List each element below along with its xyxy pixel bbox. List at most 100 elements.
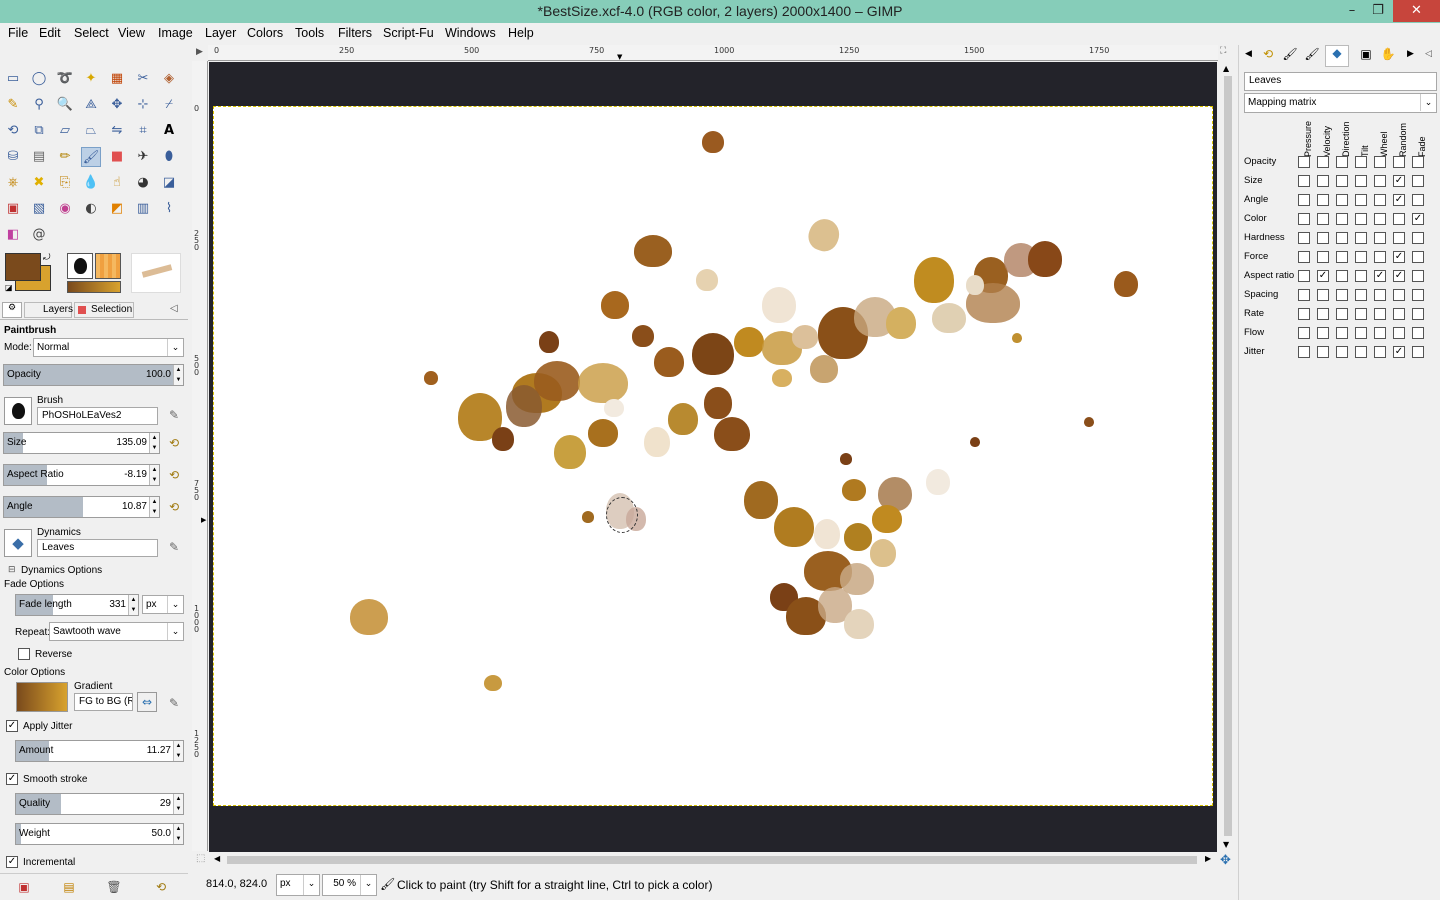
- matrix-checkbox[interactable]: ✓: [1412, 213, 1424, 225]
- matrix-checkbox[interactable]: [1298, 175, 1310, 187]
- measure-icon[interactable]: ⟁: [81, 95, 101, 115]
- reset-aspect-icon[interactable]: ⟲: [165, 466, 183, 484]
- menu-colors[interactable]: Colors: [247, 26, 283, 40]
- select-by-color-icon[interactable]: ▦: [107, 69, 127, 89]
- clone-icon[interactable]: ⎈: [3, 173, 23, 193]
- matrix-checkbox[interactable]: [1317, 308, 1329, 320]
- blur-icon[interactable]: 💧: [81, 173, 101, 193]
- apply-jitter-checkbox[interactable]: ✓: [6, 720, 18, 732]
- matrix-checkbox[interactable]: [1298, 213, 1310, 225]
- reverse-checkbox[interactable]: [18, 648, 30, 660]
- warp-icon[interactable]: ◪: [159, 173, 179, 193]
- matrix-checkbox[interactable]: [1298, 289, 1310, 301]
- mode-select[interactable]: Normal⌄: [33, 338, 184, 357]
- matrix-checkbox[interactable]: [1298, 232, 1310, 244]
- menu-select[interactable]: Select: [74, 26, 109, 40]
- alignment-icon[interactable]: ⊹: [133, 95, 153, 115]
- reset-options-icon[interactable]: ⟲: [152, 878, 170, 896]
- edit-brush-icon[interactable]: ✎: [165, 406, 183, 424]
- zoom-select[interactable]: 50 %⌄: [322, 874, 377, 896]
- matrix-checkbox[interactable]: [1393, 289, 1405, 301]
- swap-colors-icon[interactable]: ⤾: [43, 253, 51, 263]
- vertical-scroll-thumb[interactable]: [1224, 76, 1232, 836]
- tab-scroll-left-icon[interactable]: ◀: [1245, 49, 1252, 59]
- matrix-checkbox[interactable]: [1355, 346, 1367, 358]
- dock-menu-icon[interactable]: ◁: [170, 303, 178, 314]
- quick-mask-toggle-icon[interactable]: ⬚: [196, 853, 205, 864]
- navigate-icon[interactable]: ✥: [1220, 853, 1231, 868]
- matrix-checkbox[interactable]: [1355, 308, 1367, 320]
- menu-help[interactable]: Help: [508, 26, 534, 40]
- bucket-fill-icon[interactable]: ⛁: [3, 147, 23, 167]
- threshold-icon[interactable]: ◐: [81, 199, 101, 219]
- fg-bg-colors[interactable]: ⤾ ◪: [5, 253, 53, 293]
- matrix-checkbox[interactable]: [1298, 156, 1310, 168]
- zoom-icon[interactable]: 🔍: [55, 95, 75, 115]
- matrix-checkbox[interactable]: [1412, 194, 1424, 206]
- pattern-preview[interactable]: [95, 253, 121, 279]
- menu-edit[interactable]: Edit: [39, 26, 61, 40]
- aspect-spin-icon[interactable]: ▲▼: [149, 465, 159, 485]
- scroll-down-icon[interactable]: ▼: [1223, 840, 1229, 849]
- matrix-checkbox[interactable]: [1355, 327, 1367, 339]
- ellipse-select-icon[interactable]: ◯: [29, 69, 49, 89]
- perspective-clone-icon[interactable]: ⎘: [55, 173, 75, 193]
- matrix-checkbox[interactable]: ✓: [1393, 270, 1405, 282]
- amount-slider[interactable]: Amount 11.27 ▲▼: [15, 740, 184, 762]
- matrix-checkbox[interactable]: [1374, 175, 1386, 187]
- move-icon[interactable]: ✥: [107, 95, 127, 115]
- matrix-checkbox[interactable]: [1412, 270, 1424, 282]
- weight-spin-icon[interactable]: ▲▼: [173, 824, 183, 844]
- eraser-icon[interactable]: ■: [107, 147, 127, 167]
- curves-icon[interactable]: ⌇: [159, 199, 179, 219]
- tab-scroll-right-icon[interactable]: ▶: [1407, 49, 1414, 59]
- quality-slider[interactable]: Quality 29 ▲▼: [15, 793, 184, 815]
- matrix-checkbox[interactable]: [1412, 289, 1424, 301]
- matrix-checkbox[interactable]: [1412, 327, 1424, 339]
- scroll-up-icon[interactable]: ▲: [1223, 64, 1229, 73]
- paint-dynamics-tab-icon[interactable]: 🖌: [1303, 47, 1321, 65]
- horizontal-scroll-thumb[interactable]: [227, 856, 1197, 864]
- matrix-checkbox[interactable]: [1355, 251, 1367, 263]
- dynamics-editor-tab-icon[interactable]: ◆: [1325, 45, 1349, 67]
- fg-color-swatch[interactable]: [5, 253, 41, 281]
- matrix-checkbox[interactable]: [1336, 251, 1348, 263]
- matrix-checkbox[interactable]: [1317, 251, 1329, 263]
- vertical-scrollbar[interactable]: ▲ ▼: [1219, 62, 1237, 852]
- matrix-checkbox[interactable]: [1355, 175, 1367, 187]
- matrix-checkbox[interactable]: [1393, 327, 1405, 339]
- dynamics-button[interactable]: ◆: [4, 529, 32, 557]
- restore-button[interactable]: ❐: [1363, 0, 1393, 22]
- angle-slider[interactable]: Angle 10.87 ▲▼: [3, 496, 160, 518]
- ink-icon[interactable]: ⬮: [159, 147, 179, 167]
- matrix-checkbox[interactable]: [1374, 308, 1386, 320]
- scissors-icon[interactable]: ✂: [133, 69, 153, 89]
- scroll-right-icon[interactable]: ▶: [1205, 854, 1211, 863]
- menu-windows[interactable]: Windows: [445, 26, 496, 40]
- brushes-tab-icon[interactable]: 🖌: [1281, 47, 1299, 65]
- sample-points-icon[interactable]: ▧: [29, 199, 49, 219]
- gradient-name-field[interactable]: FG to BG (RGB): [74, 693, 133, 711]
- rotate-icon[interactable]: ⟲: [3, 121, 23, 141]
- matrix-checkbox[interactable]: [1374, 251, 1386, 263]
- quality-spin-icon[interactable]: ▲▼: [173, 794, 183, 814]
- delete-options-icon[interactable]: 🗑: [105, 878, 123, 896]
- matrix-checkbox[interactable]: [1393, 232, 1405, 244]
- levels-icon[interactable]: ◩: [107, 199, 127, 219]
- matrix-checkbox[interactable]: [1336, 308, 1348, 320]
- menu-filters[interactable]: Filters: [338, 26, 372, 40]
- matrix-checkbox[interactable]: [1374, 194, 1386, 206]
- matrix-checkbox[interactable]: ✓: [1317, 270, 1329, 282]
- matrix-checkbox[interactable]: [1412, 346, 1424, 358]
- histogram-icon[interactable]: ▥: [133, 199, 153, 219]
- matrix-checkbox[interactable]: [1374, 289, 1386, 301]
- matrix-checkbox[interactable]: [1336, 289, 1348, 301]
- edit-gradient-icon[interactable]: ✎: [165, 694, 183, 712]
- matrix-checkbox[interactable]: [1393, 156, 1405, 168]
- close-button[interactable]: ✕: [1393, 0, 1440, 22]
- menu-file[interactable]: File: [8, 26, 28, 40]
- incremental-checkbox[interactable]: ✓: [6, 856, 18, 868]
- shear-icon[interactable]: ▱: [55, 121, 75, 141]
- restore-options-icon[interactable]: ▤: [60, 878, 78, 896]
- opacity-spin-icon[interactable]: ▲▼: [173, 365, 183, 385]
